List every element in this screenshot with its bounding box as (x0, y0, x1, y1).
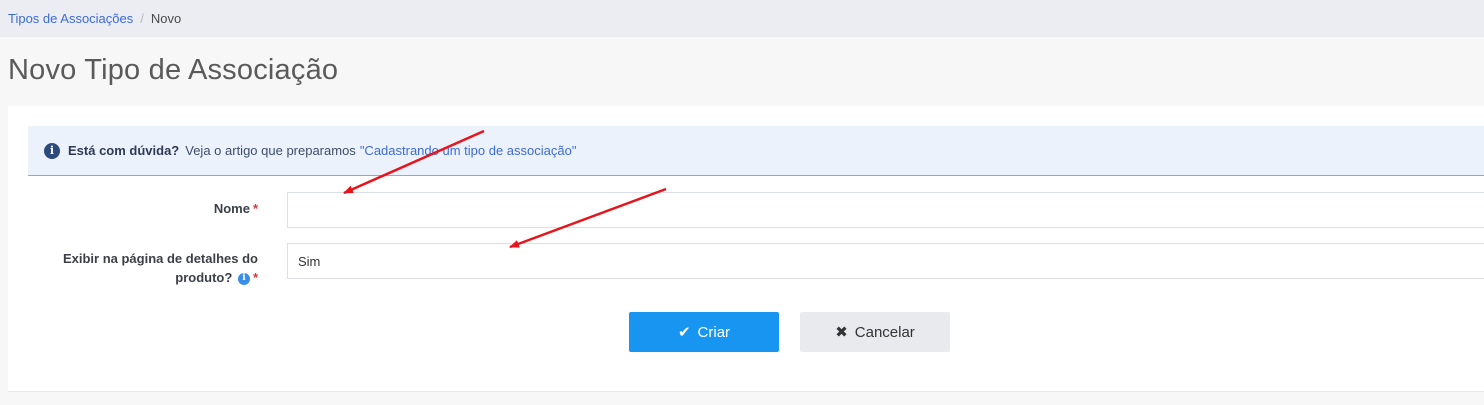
breadcrumb-link-tipos-de-associacoes[interactable]: Tipos de Associações (8, 11, 133, 26)
nome-label-text: Nome (213, 201, 250, 216)
create-button-label: Criar (697, 323, 731, 341)
help-text: Veja o artigo que preparamos (185, 143, 356, 158)
breadcrumb-separator: / (140, 11, 144, 26)
form-card: i Está com dúvida? Veja o artigo que pre… (8, 106, 1484, 392)
info-icon: i (44, 142, 60, 159)
nome-field[interactable] (287, 192, 1484, 228)
required-mark: * (252, 201, 258, 216)
nome-label: Nome * (18, 199, 258, 218)
required-mark: * (252, 270, 258, 285)
help-title: Está com dúvida? (68, 143, 180, 158)
breadcrumb: Tipos de Associações / Novo (0, 0, 1484, 37)
cancel-button[interactable]: ✖ Cancelar (800, 312, 950, 352)
help-alert: i Está com dúvida? Veja o artigo que pre… (28, 126, 1484, 176)
nome-input[interactable] (298, 193, 1484, 227)
close-icon: ✖ (835, 324, 848, 341)
exibir-select[interactable]: Sim (287, 243, 1484, 279)
info-icon[interactable]: i (237, 272, 250, 285)
check-icon: ✔ (677, 324, 691, 341)
breadcrumb-current: Novo (150, 11, 182, 26)
exibir-label: Exibir na página de detalhes do produto?… (18, 249, 258, 287)
help-article-link[interactable]: "Cadastrando um tipo de associação" (360, 143, 577, 158)
page-title: Novo Tipo de Associação (8, 54, 339, 86)
exibir-label-text: Exibir na página de detalhes do produto? (62, 251, 258, 285)
create-button[interactable]: ✔ Criar (629, 312, 779, 352)
cancel-button-label: Cancelar (854, 323, 915, 341)
exibir-selected-value: Sim (298, 253, 321, 269)
